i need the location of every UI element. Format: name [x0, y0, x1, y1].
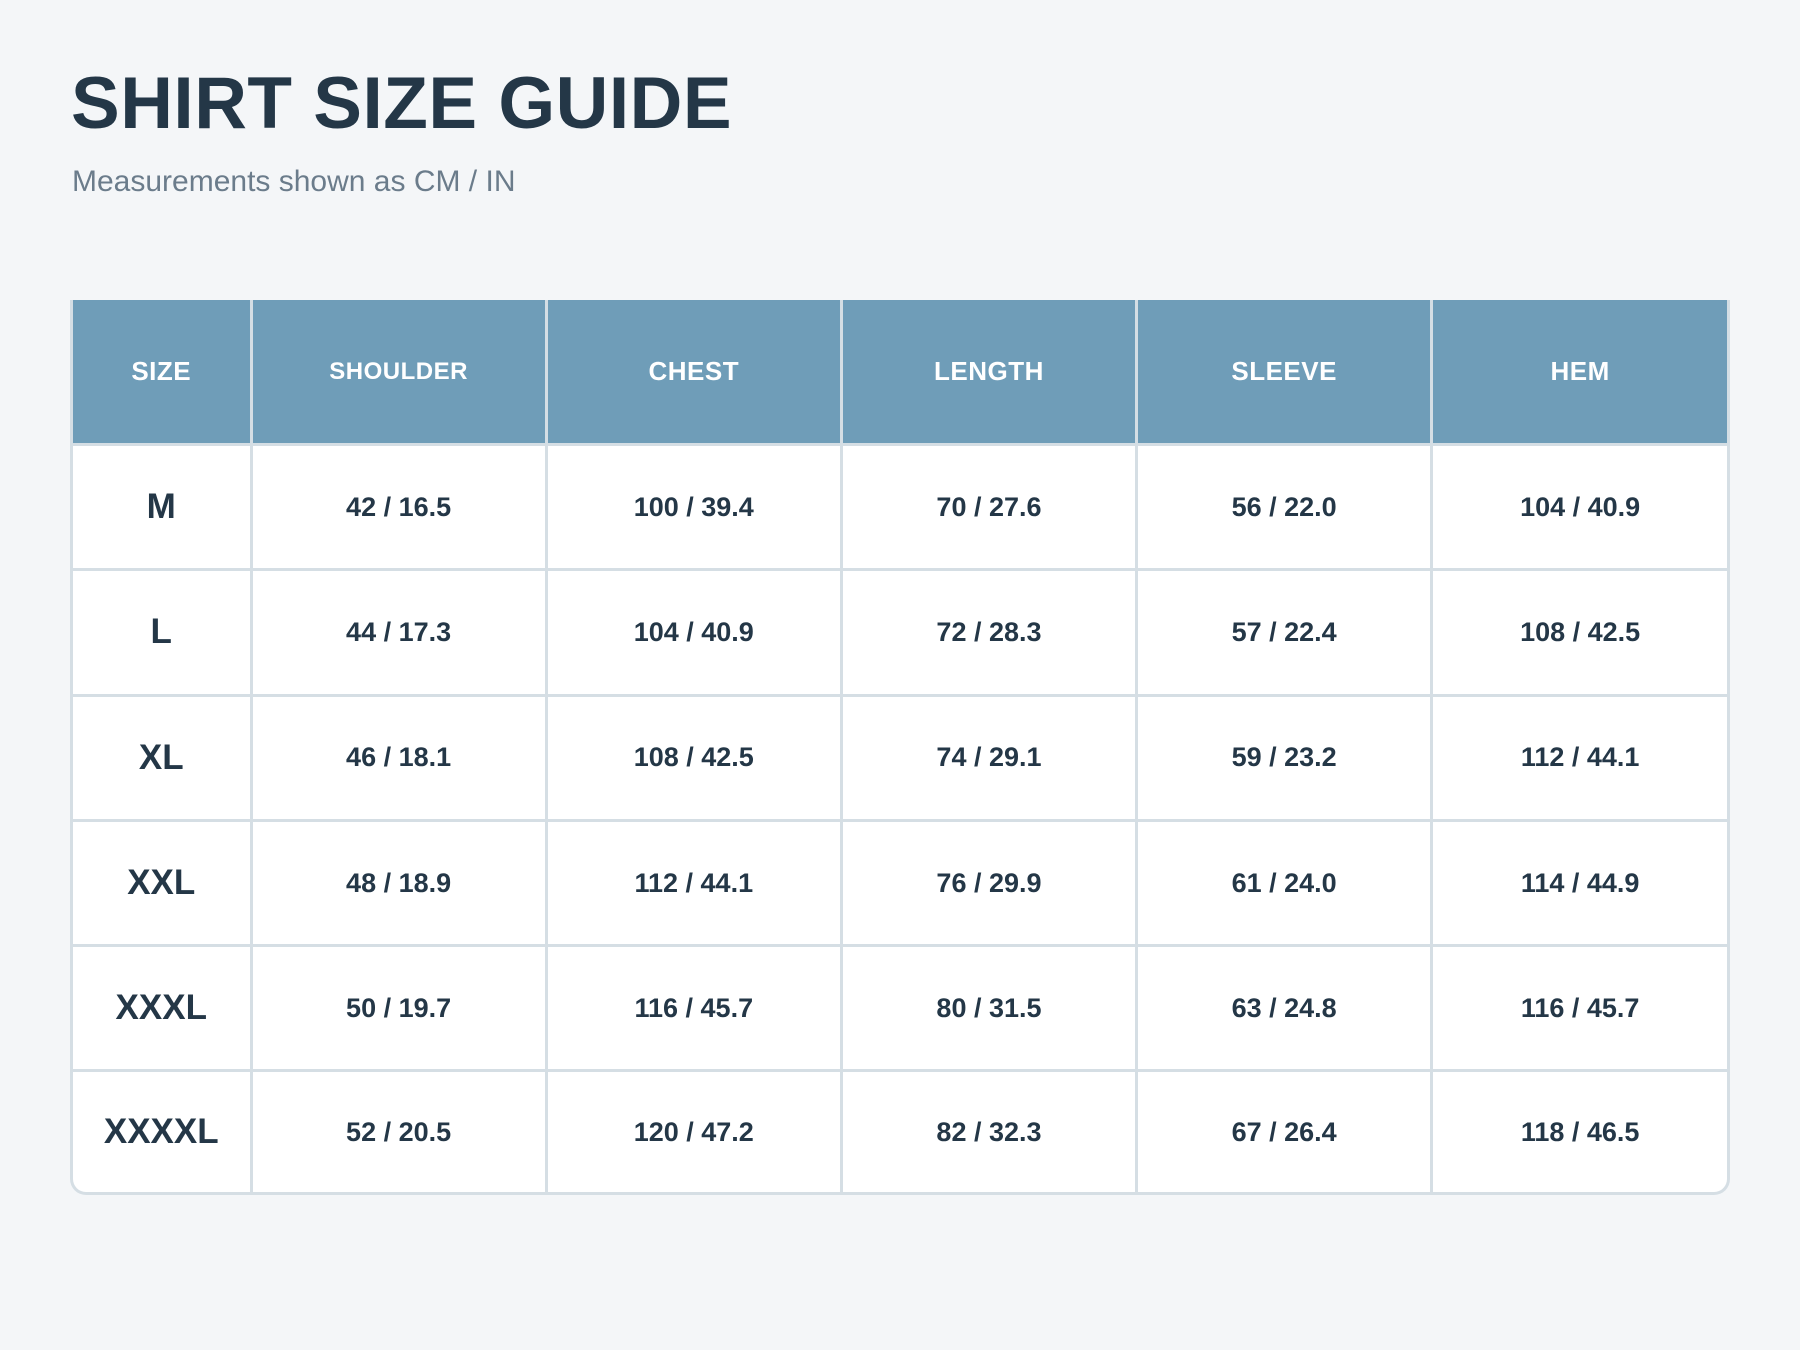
hem-cell: 112 / 44.1 [1430, 695, 1727, 822]
size-table-container: SIZE SHOULDER CHEST LENGTH SLEEVE HEM M … [70, 300, 1730, 1195]
sleeve-cell: 59 / 23.2 [1135, 695, 1432, 822]
table-header-row: SIZE SHOULDER CHEST LENGTH SLEEVE HEM [73, 300, 1727, 446]
size-cell: M [73, 444, 251, 572]
column-header-hem: HEM [1430, 300, 1727, 446]
sleeve-cell: 57 / 22.4 [1135, 569, 1432, 697]
size-cell: XXXXL [103, 1112, 219, 1152]
length-cell: 70 / 27.6 [839, 444, 1137, 572]
column-header-shoulder: SHOULDER [249, 300, 547, 446]
sleeve-cell: 67 / 26.4 [1135, 1070, 1432, 1192]
chest-cell: 100 / 39.4 [544, 444, 842, 572]
chest-cell: 116 / 45.7 [544, 945, 842, 1073]
length-cell: 74 / 29.1 [839, 695, 1137, 822]
length-cell: 72 / 28.3 [839, 569, 1137, 697]
size-guide-page: SHIRT SIZE GUIDE Measurements shown as C… [0, 0, 1800, 1350]
hem-cell: 108 / 42.5 [1430, 569, 1727, 697]
length-cell: 80 / 31.5 [839, 945, 1137, 1073]
column-header-size: SIZE [73, 300, 251, 446]
size-cell: XL [73, 695, 251, 822]
sleeve-cell: 56 / 22.0 [1135, 444, 1432, 572]
table-row: M 42 / 16.5 100 / 39.4 70 / 27.6 56 / 22… [73, 444, 1727, 572]
length-cell: 82 / 32.3 [839, 1070, 1137, 1192]
chest-cell: 112 / 44.1 [544, 820, 842, 948]
sleeve-cell: 61 / 24.0 [1135, 820, 1432, 948]
length-cell: 76 / 29.9 [839, 820, 1137, 948]
hem-cell: 118 / 46.5 [1430, 1070, 1727, 1192]
table-row: XL 46 / 18.1 108 / 42.5 74 / 29.1 59 / 2… [73, 695, 1727, 822]
hem-cell: 104 / 40.9 [1430, 444, 1727, 572]
hem-cell: 114 / 44.9 [1430, 820, 1727, 948]
page-subtitle: Measurements shown as CM / IN [72, 165, 516, 198]
table-row: XXXL 50 / 19.7 116 / 45.7 80 / 31.5 63 /… [73, 945, 1727, 1073]
column-header-chest: CHEST [544, 300, 842, 446]
shoulder-cell: 44 / 17.3 [249, 569, 547, 697]
size-cell: XXL [73, 820, 251, 948]
shoulder-cell: 46 / 18.1 [249, 695, 547, 822]
chest-cell: 108 / 42.5 [544, 695, 842, 822]
shoulder-cell: 42 / 16.5 [249, 444, 547, 572]
table-row: L 44 / 17.3 104 / 40.9 72 / 28.3 57 / 22… [73, 569, 1727, 697]
column-header-sleeve: SLEEVE [1135, 300, 1432, 446]
size-cell: XXXL [73, 945, 251, 1073]
hem-cell: 116 / 45.7 [1430, 945, 1727, 1073]
shoulder-cell: 48 / 18.9 [249, 820, 547, 948]
chest-cell: 120 / 47.2 [544, 1070, 842, 1192]
size-table: SIZE SHOULDER CHEST LENGTH SLEEVE HEM M … [73, 300, 1727, 1192]
shoulder-cell: 52 / 20.5 [249, 1070, 547, 1192]
shoulder-cell: 50 / 19.7 [249, 945, 547, 1073]
table-row: XXXXL 52 / 20.5 120 / 47.2 82 / 32.3 67 … [73, 1070, 1727, 1192]
column-header-length: LENGTH [839, 300, 1137, 446]
size-cell: L [73, 569, 251, 697]
chest-cell: 104 / 40.9 [544, 569, 842, 697]
table-row: XXL 48 / 18.9 112 / 44.1 76 / 29.9 61 / … [73, 820, 1727, 948]
page-title: SHIRT SIZE GUIDE [71, 63, 733, 144]
sleeve-cell: 63 / 24.8 [1135, 945, 1432, 1073]
